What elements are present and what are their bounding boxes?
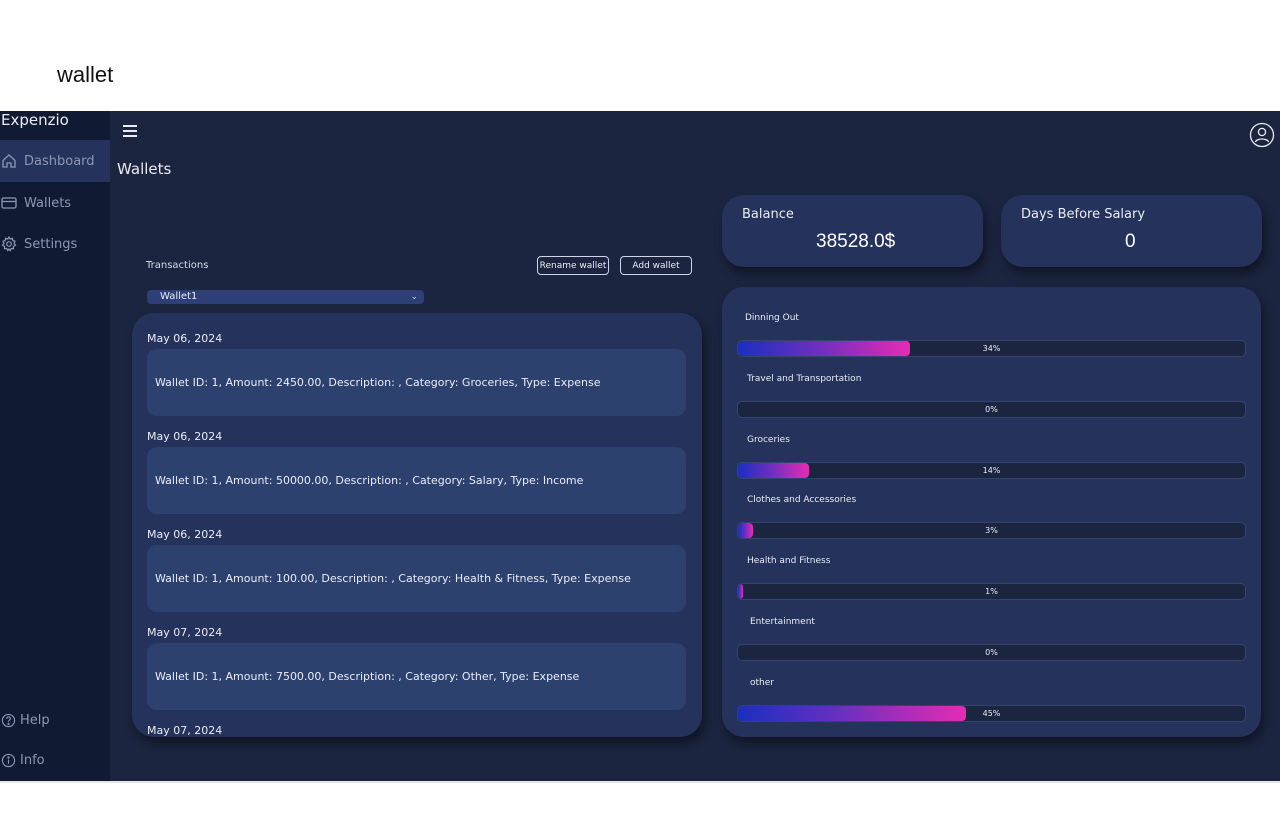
- sidebar-item-dashboard[interactable]: Dashboard: [0, 140, 110, 182]
- brand-logo: Expenzio: [1, 111, 69, 129]
- transaction-date: May 07, 2024: [147, 724, 223, 737]
- category-percent: 0%: [985, 648, 998, 657]
- category-percent: 1%: [985, 587, 998, 596]
- days-before-salary-value: 0: [1125, 231, 1136, 252]
- transactions-panel[interactable]: May 06, 2024 Wallet ID: 1, Amount: 2450.…: [132, 313, 702, 737]
- transaction-card[interactable]: Wallet ID: 1, Amount: 7500.00, Descripti…: [147, 643, 686, 710]
- add-wallet-button[interactable]: Add wallet: [620, 256, 692, 275]
- transaction-date: May 06, 2024: [147, 332, 223, 345]
- category-breakdown-panel: Dinning Out 34% Travel and Transportatio…: [722, 287, 1261, 737]
- info-icon: [1, 753, 16, 768]
- balance-label: Balance: [742, 207, 794, 222]
- sidebar-item-label: Help: [20, 712, 50, 728]
- category-progress-bar: 0%: [737, 401, 1246, 418]
- document-title: wallet: [57, 62, 114, 87]
- sidebar-item-label: Dashboard: [24, 153, 95, 169]
- category-name: Travel and Transportation: [747, 374, 862, 384]
- wallet-select[interactable]: Wallet1 ⌄: [147, 290, 424, 304]
- gear-icon: [1, 236, 17, 252]
- wallet-icon: [1, 195, 17, 211]
- category-name: Groceries: [747, 435, 790, 445]
- sidebar-item-info[interactable]: Info: [0, 748, 110, 772]
- category-name: Dinning Out: [745, 313, 799, 323]
- category-percent: 34%: [982, 344, 1001, 353]
- category-percent: 0%: [985, 405, 998, 414]
- balance-value: 38528.0$: [816, 231, 896, 252]
- category-name: Health and Fitness: [747, 556, 831, 566]
- category-percent: 3%: [985, 526, 998, 535]
- sidebar: Expenzio Dashboard Wallets Settings Help: [0, 111, 110, 781]
- wallet-select-value: Wallet1: [160, 291, 198, 302]
- category-progress-bar: 1%: [737, 583, 1246, 600]
- chevron-down-icon: ⌄: [410, 292, 418, 302]
- category-percent: 14%: [982, 466, 1001, 475]
- category-progress-bar: 14%: [737, 462, 1246, 479]
- transaction-date: May 06, 2024: [147, 430, 223, 443]
- category-percent: 45%: [982, 709, 1001, 718]
- category-name: Entertainment: [750, 617, 815, 627]
- category-progress-bar: 3%: [737, 522, 1246, 539]
- sidebar-item-help[interactable]: Help: [0, 708, 110, 732]
- transaction-card[interactable]: Wallet ID: 1, Amount: 100.00, Descriptio…: [147, 545, 686, 612]
- sidebar-item-label: Settings: [24, 236, 78, 252]
- days-before-salary-card: Days Before Salary 0: [1001, 195, 1262, 267]
- category-name: Clothes and Accessories: [747, 495, 857, 505]
- balance-card: Balance 38528.0$: [722, 195, 983, 267]
- transactions-label: Transactions: [146, 260, 209, 271]
- help-icon: [1, 713, 16, 728]
- page-divider: [0, 781, 1280, 783]
- category-progress-bar: 34%: [737, 340, 1246, 357]
- rename-wallet-button[interactable]: Rename wallet: [537, 256, 609, 275]
- transaction-date: May 07, 2024: [147, 626, 223, 639]
- app-window: Expenzio Dashboard Wallets Settings Help: [0, 111, 1280, 781]
- sidebar-item-label: Wallets: [24, 195, 72, 211]
- home-icon: [1, 153, 17, 169]
- sidebar-item-settings[interactable]: Settings: [0, 223, 110, 265]
- category-progress-bar: 45%: [737, 705, 1246, 722]
- sidebar-item-wallets[interactable]: Wallets: [0, 182, 110, 224]
- page-title: Wallets: [117, 160, 172, 178]
- category-progress-bar: 0%: [737, 644, 1246, 661]
- days-before-salary-label: Days Before Salary: [1021, 207, 1146, 222]
- hamburger-menu-icon[interactable]: [122, 124, 138, 138]
- transaction-date: May 06, 2024: [147, 528, 223, 541]
- transaction-card[interactable]: Wallet ID: 1, Amount: 50000.00, Descript…: [147, 447, 686, 514]
- sidebar-item-label: Info: [20, 752, 45, 768]
- transaction-card[interactable]: Wallet ID: 1, Amount: 2450.00, Descripti…: [147, 349, 686, 416]
- user-avatar-icon[interactable]: [1249, 122, 1275, 148]
- category-name: other: [750, 678, 774, 688]
